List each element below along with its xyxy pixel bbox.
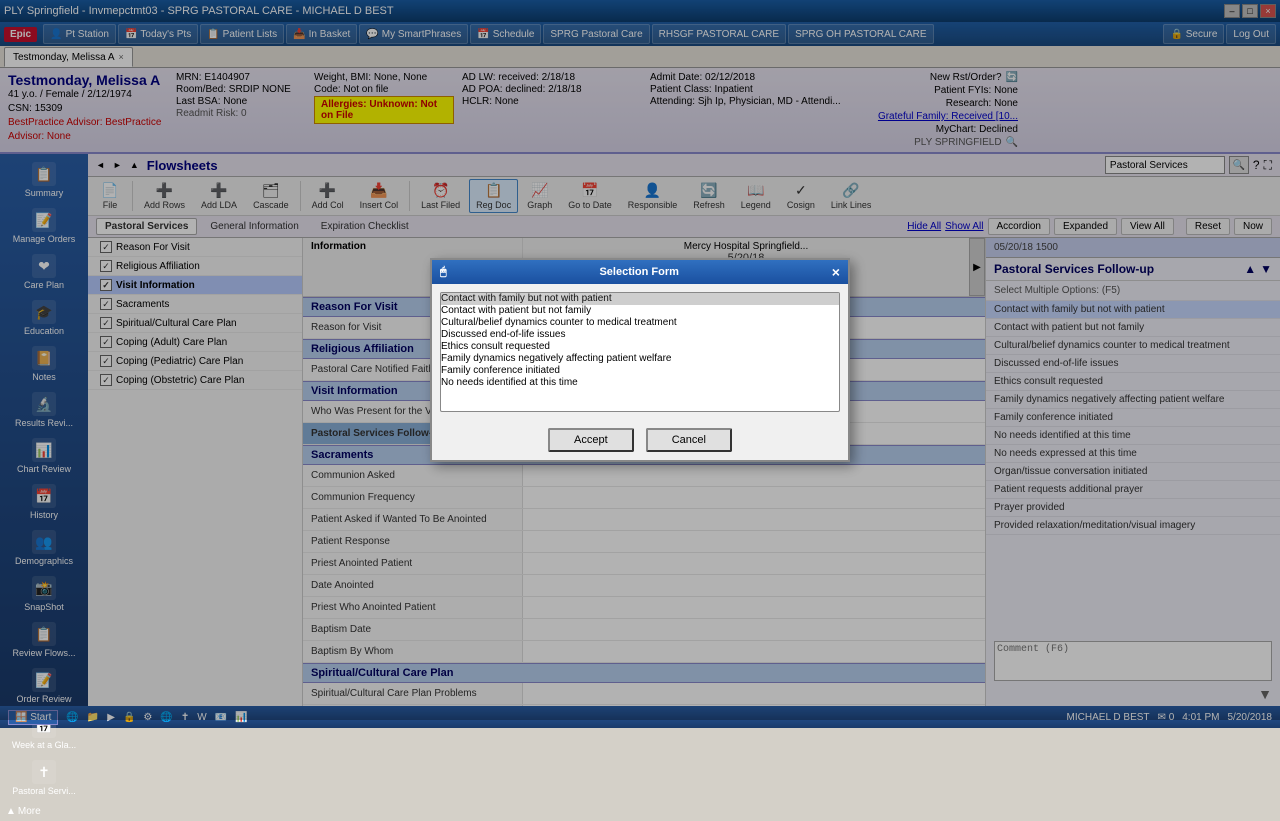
dialog-option-5[interactable]: Ethics consult requested: [441, 341, 839, 353]
sidebar-more-button[interactable]: ▲ More: [2, 802, 86, 821]
dialog-option-3[interactable]: Cultural/belief dynamics counter to medi…: [441, 317, 839, 329]
dialog-overlay: 🖱 Selection Form × Contact with family b…: [0, 0, 1280, 720]
dialog-option-6[interactable]: Family dynamics negatively affecting pat…: [441, 353, 839, 365]
dialog-title-bar: 🖱 Selection Form ×: [432, 260, 848, 284]
dialog-option-2[interactable]: Contact with patient but not family: [441, 305, 839, 317]
dialog-title: Selection Form: [599, 266, 678, 278]
dialog-options-list[interactable]: Contact with family but not with patient…: [440, 292, 840, 412]
dialog-icon: 🖱: [440, 266, 447, 279]
dialog-content: Contact with family but not with patient…: [432, 284, 848, 420]
more-icon: ▲: [6, 806, 16, 817]
dialog-option-1[interactable]: Contact with family but not with patient: [441, 293, 839, 305]
dialog-option-4[interactable]: Discussed end-of-life issues: [441, 329, 839, 341]
selection-dialog: 🖱 Selection Form × Contact with family b…: [430, 258, 850, 462]
more-label: More: [18, 806, 41, 817]
sidebar-item-pastoral[interactable]: ✝ Pastoral Servi...: [2, 756, 86, 800]
pastoral-icon: ✝: [32, 760, 56, 784]
dialog-close-button[interactable]: ×: [832, 264, 840, 280]
dialog-option-8[interactable]: No needs identified at this time: [441, 377, 839, 389]
dialog-accept-button[interactable]: Accept: [548, 428, 634, 452]
dialog-option-7[interactable]: Family conference initiated: [441, 365, 839, 377]
dialog-cancel-button[interactable]: Cancel: [646, 428, 732, 452]
dialog-buttons: Accept Cancel: [432, 420, 848, 460]
